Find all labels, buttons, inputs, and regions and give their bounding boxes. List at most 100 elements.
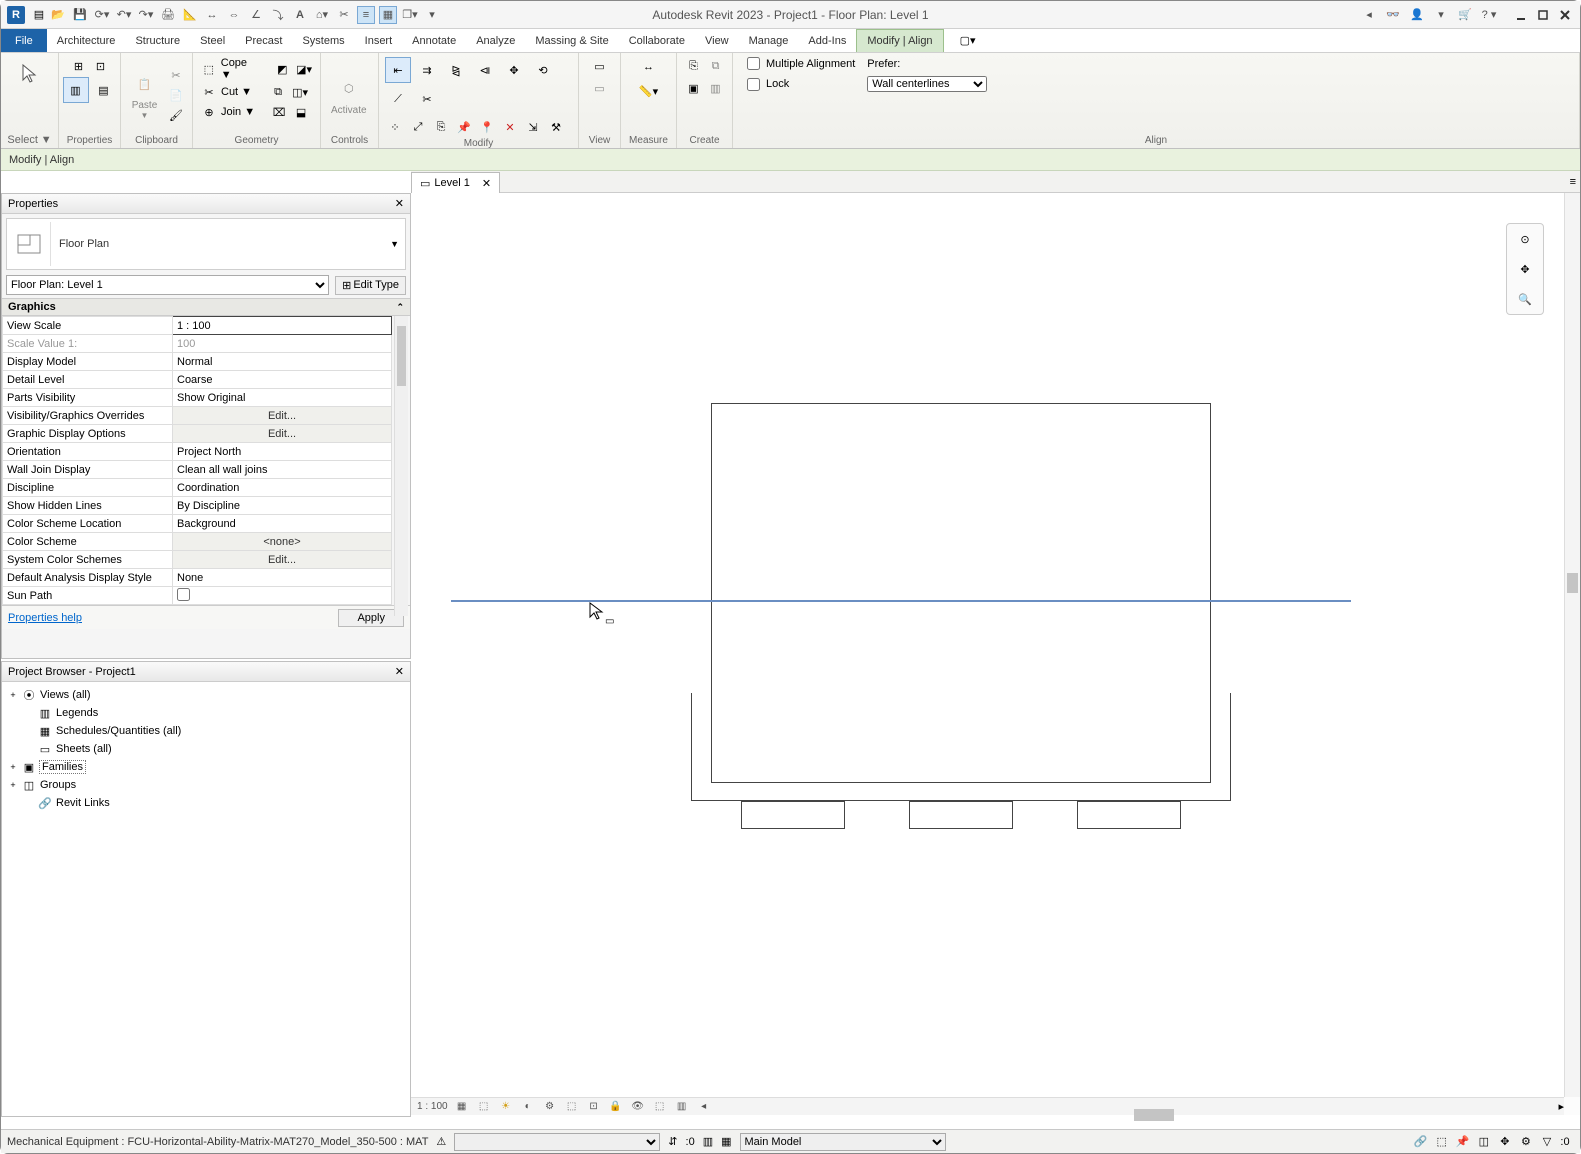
delete-icon[interactable]: ✕: [500, 118, 520, 136]
browser-close-icon[interactable]: ✕: [395, 665, 404, 678]
sync-icon[interactable]: ⟳▾: [93, 6, 111, 24]
tree-sheets[interactable]: ▭Sheets (all): [8, 740, 404, 758]
modify-button[interactable]: [12, 57, 48, 89]
prop-val[interactable]: Normal: [173, 353, 392, 371]
switch-win-icon[interactable]: ❐▾: [401, 6, 419, 24]
maximize-button[interactable]: [1534, 6, 1552, 24]
drawing-element-rect[interactable]: [1077, 801, 1181, 829]
help-icon[interactable]: ? ▾: [1480, 6, 1498, 24]
pan-icon[interactable]: ✥: [1520, 263, 1529, 276]
prop-val[interactable]: None: [173, 569, 392, 587]
section-icon[interactable]: ✂: [335, 6, 353, 24]
dim-linear-icon[interactable]: ⇔: [225, 6, 243, 24]
notch-icon[interactable]: ◩: [273, 60, 293, 78]
group-graphics[interactable]: Graphics⌃: [2, 298, 410, 316]
prop-val[interactable]: Coarse: [173, 371, 392, 389]
tab-modify-align[interactable]: Modify | Align: [856, 29, 943, 52]
split2-icon[interactable]: ◫▾: [290, 83, 310, 101]
measure-dist-icon[interactable]: ↔: [634, 57, 664, 77]
user-icon[interactable]: 👤: [1408, 6, 1426, 24]
temp-hide-icon[interactable]: 👁: [630, 1100, 646, 1114]
colorscheme-button[interactable]: <none>: [173, 533, 392, 551]
drawing-element-rect[interactable]: [741, 801, 845, 829]
syscolor-button[interactable]: Edit...: [173, 551, 392, 569]
view-scale-input[interactable]: 1 : 100: [173, 317, 392, 335]
type-props-icon[interactable]: ⊞: [69, 57, 89, 75]
redo-icon[interactable]: ↷▾: [137, 6, 155, 24]
beam-join-icon[interactable]: ⬓: [291, 103, 311, 121]
tab-insert[interactable]: Insert: [355, 29, 403, 52]
tree-schedules[interactable]: ▦Schedules/Quantities (all): [8, 722, 404, 740]
nav-left-icon[interactable]: ◂: [1360, 6, 1378, 24]
view-tab-close-icon[interactable]: ✕: [482, 177, 491, 190]
exchange-icon[interactable]: 🛒: [1456, 6, 1474, 24]
text-icon[interactable]: A: [291, 6, 309, 24]
tab-file[interactable]: File: [1, 29, 47, 52]
expand-icon[interactable]: +: [8, 780, 18, 790]
split-icon[interactable]: ⧉: [268, 83, 288, 101]
prop-val[interactable]: Project North: [173, 443, 392, 461]
tab-analyze[interactable]: Analyze: [466, 29, 525, 52]
drawing-element-rect[interactable]: [691, 693, 1231, 801]
join-button[interactable]: Join ▼: [221, 106, 255, 118]
lock-checkbox[interactable]: [747, 78, 760, 91]
tree-legends[interactable]: ▥Legends: [8, 704, 404, 722]
tab-view[interactable]: View: [695, 29, 739, 52]
select-pinned-icon[interactable]: 📌: [1455, 1133, 1471, 1149]
tree-groups[interactable]: +◫Groups: [8, 776, 404, 794]
cut-geo-icon[interactable]: ✂: [199, 83, 219, 101]
default3d-icon[interactable]: ⌂▾: [313, 6, 331, 24]
properties-scrollbar[interactable]: [394, 316, 408, 616]
presspull-icon[interactable]: ⇵: [668, 1135, 677, 1148]
worksharing-icon[interactable]: ▥: [674, 1100, 690, 1114]
visual-style-icon[interactable]: ⬚: [476, 1100, 492, 1114]
tab-precast[interactable]: Precast: [235, 29, 292, 52]
copy-mod-icon[interactable]: ⎘: [431, 118, 451, 136]
minimize-button[interactable]: [1512, 6, 1530, 24]
filter-icon[interactable]: ▽: [1539, 1133, 1555, 1149]
tab-massing[interactable]: Massing & Site: [525, 29, 618, 52]
type-selector[interactable]: Floor Plan ▼: [6, 218, 406, 270]
sunpath-checkbox[interactable]: [173, 587, 392, 605]
drag-elements-icon[interactable]: ✥: [1497, 1133, 1513, 1149]
create-similar-icon[interactable]: ⎘: [684, 57, 704, 75]
close-hidden-icon[interactable]: ▦: [379, 6, 397, 24]
select-underlay-icon[interactable]: ⬚: [1434, 1133, 1450, 1149]
tab-collaborate[interactable]: Collaborate: [619, 29, 695, 52]
properties-close-icon[interactable]: ✕: [395, 197, 404, 210]
props-palette-icon[interactable]: ▥: [63, 77, 89, 103]
tag-icon[interactable]: ⤵: [269, 6, 287, 24]
prop-val[interactable]: By Discipline: [173, 497, 392, 515]
scale-label[interactable]: 1 : 100: [417, 1100, 448, 1114]
canvas-scrollbar-v[interactable]: [1564, 193, 1580, 1097]
mirror-draw-icon[interactable]: ⧏: [472, 57, 498, 83]
measure-icon[interactable]: 📐: [181, 6, 199, 24]
family-types-icon[interactable]: ⊡: [91, 57, 111, 75]
drawing-canvas[interactable]: ⊙ ✥ 🔍 ▭: [411, 193, 1564, 1097]
extend-icon[interactable]: ⇲: [523, 118, 543, 136]
notch2-icon[interactable]: ◪▾: [294, 60, 314, 78]
vg-edit-button[interactable]: Edit...: [173, 407, 392, 425]
multiple-alignment-checkbox[interactable]: [747, 57, 760, 70]
select-expand-icon[interactable]: ▼: [41, 134, 52, 146]
tree-views[interactable]: +⦿Views (all): [8, 686, 404, 704]
instance-select[interactable]: Floor Plan: Level 1: [6, 275, 329, 295]
prop-val[interactable]: Coordination: [173, 479, 392, 497]
view-tab-level1[interactable]: ▭ Level 1 ✕: [411, 172, 500, 193]
select-face-icon[interactable]: ◫: [1476, 1133, 1492, 1149]
cut-geo-button[interactable]: Cut ▼: [221, 86, 252, 98]
trim-icon[interactable]: ⟋: [385, 86, 411, 112]
browser-title[interactable]: Project Browser - Project1 ✕: [2, 662, 410, 682]
tab-manage[interactable]: Manage: [739, 29, 799, 52]
expand-icon[interactable]: +: [8, 762, 18, 772]
recent-docs-icon[interactable]: ▤: [29, 6, 49, 24]
create-assembly-icon[interactable]: ▣: [684, 79, 704, 97]
move-icon[interactable]: ✥: [501, 57, 527, 83]
customize-qat-icon[interactable]: ▾: [423, 6, 441, 24]
props-more-icon[interactable]: ▤: [91, 77, 117, 103]
tab-structure[interactable]: Structure: [125, 29, 190, 52]
measure-along-icon[interactable]: 📏▾: [634, 81, 664, 101]
status-warning-icon[interactable]: ⚠: [436, 1135, 446, 1148]
shadows-icon[interactable]: ◐: [520, 1100, 536, 1114]
wall-opening-icon[interactable]: ⌧: [269, 103, 289, 121]
